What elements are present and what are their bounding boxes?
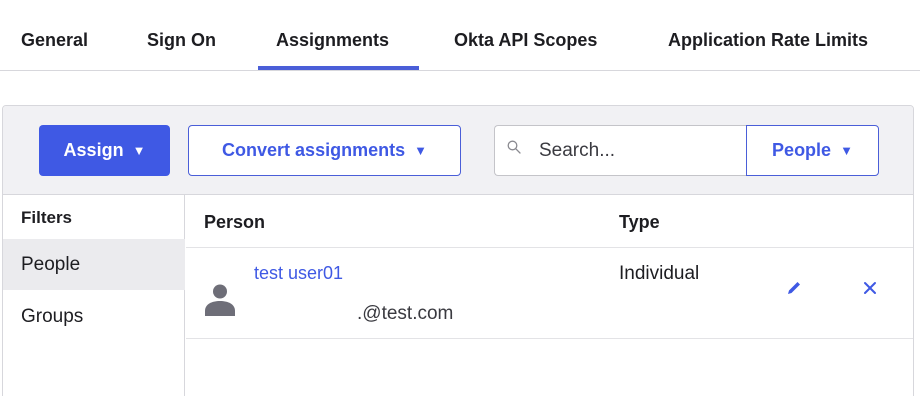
- assign-button-label: Assign: [63, 140, 124, 160]
- search-scope-label: People: [772, 140, 832, 160]
- active-tab-indicator: [258, 66, 419, 70]
- tab-general[interactable]: General: [21, 30, 88, 51]
- convert-assignments-button[interactable]: Convert assignments ▼: [188, 125, 461, 176]
- search-input[interactable]: [539, 126, 739, 175]
- tab-okta-api-scopes[interactable]: Okta API Scopes: [454, 30, 597, 51]
- filters-sidebar: Filters People Groups: [3, 195, 185, 396]
- user-email: .@test.com: [254, 303, 453, 325]
- user-icon: [205, 284, 235, 316]
- assignments-panel: Assign ▼ Convert assignments ▼ People ▼ …: [2, 105, 914, 396]
- convert-assignments-label: Convert assignments: [222, 140, 406, 160]
- search-box: [494, 125, 747, 176]
- tab-assignments[interactable]: Assignments: [276, 30, 389, 51]
- table-row: test user01 .@test.com Individual: [186, 248, 913, 339]
- filter-people[interactable]: People: [3, 239, 185, 290]
- close-icon[interactable]: [858, 276, 882, 300]
- user-email-domain: .@test.com: [357, 303, 454, 324]
- column-header-person[interactable]: Person: [204, 212, 265, 233]
- user-name-link[interactable]: test user01: [254, 263, 343, 284]
- caret-down-icon: ▼: [414, 143, 427, 158]
- tab-sign-on[interactable]: Sign On: [147, 30, 216, 51]
- assignment-type: Individual: [619, 263, 700, 284]
- filter-groups[interactable]: Groups: [3, 291, 185, 342]
- tab-bar: General Sign On Assignments Okta API Sco…: [0, 0, 920, 71]
- caret-down-icon: ▼: [132, 143, 146, 158]
- assignments-table: Person Type test user01 .@test.com Indiv…: [186, 195, 913, 396]
- tab-application-rate-limits[interactable]: Application Rate Limits: [668, 30, 868, 51]
- assign-button[interactable]: Assign ▼: [39, 125, 170, 176]
- column-header-type[interactable]: Type: [619, 212, 660, 233]
- caret-down-icon: ▼: [840, 143, 853, 158]
- assignments-toolbar: Assign ▼ Convert assignments ▼ People ▼: [3, 106, 913, 195]
- search-icon: [507, 140, 521, 154]
- filters-title: Filters: [21, 208, 73, 227]
- pencil-icon[interactable]: [782, 276, 806, 300]
- search-scope-dropdown[interactable]: People ▼: [746, 125, 879, 176]
